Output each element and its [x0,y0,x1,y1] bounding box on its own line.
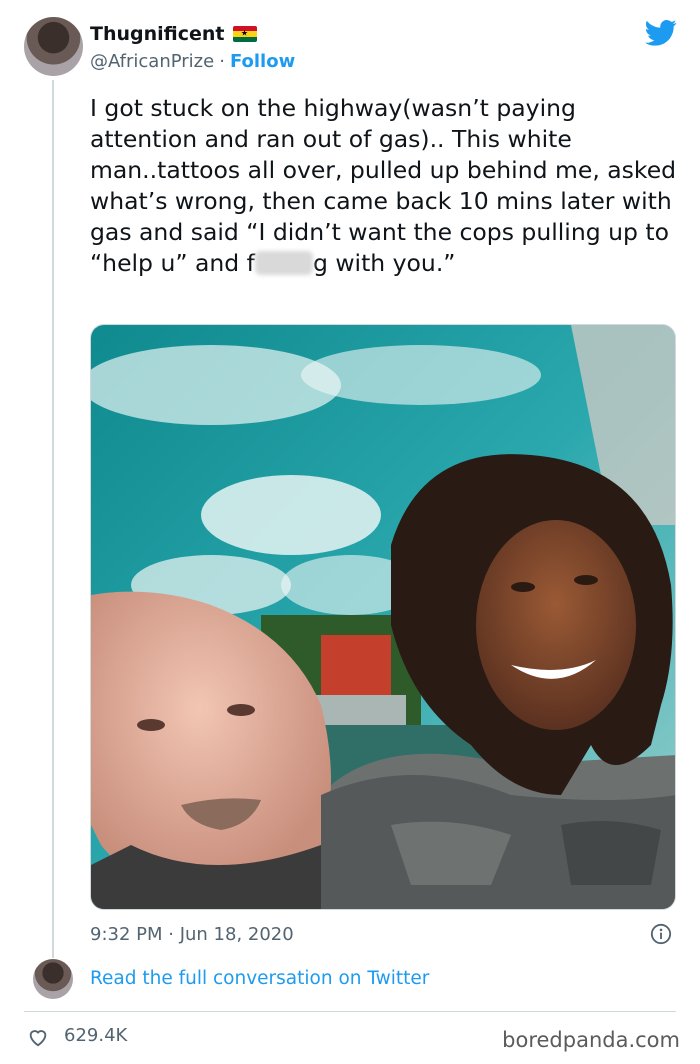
tweet-text: I got stuck on the highway(wasn’t paying… [90,93,690,279]
selfie-image [91,325,675,909]
author-handle-row: @AfricanPrize · Follow [90,51,295,72]
tweet-photo[interactable] [90,324,676,910]
like-count[interactable]: 629.4K [64,1025,127,1046]
censored-word [254,251,313,275]
read-full-conversation-link[interactable]: Read the full conversation on Twitter [90,968,429,989]
heart-icon[interactable] [27,1026,49,1048]
boredpanda-watermark: boredpanda.com [502,1028,680,1052]
follow-button[interactable]: Follow [230,51,295,72]
author-avatar[interactable] [24,17,83,76]
handle-separator: · [219,51,225,72]
tweet-text-after: g with you.” [312,249,456,277]
author-display-name[interactable]: Thugnificent [90,23,225,45]
twitter-bird-icon[interactable] [645,19,677,47]
tweet-timestamp[interactable]: 9:32 PM · Jun 18, 2020 [90,924,294,945]
divider [24,1011,676,1012]
ghana-flag-icon: ★ [232,26,257,42]
author-name-row: Thugnificent ★ [90,23,257,45]
author-handle[interactable]: @AfricanPrize [90,51,214,72]
info-icon[interactable] [650,923,672,945]
thread-line [52,80,54,958]
conversation-avatar[interactable] [33,959,73,999]
